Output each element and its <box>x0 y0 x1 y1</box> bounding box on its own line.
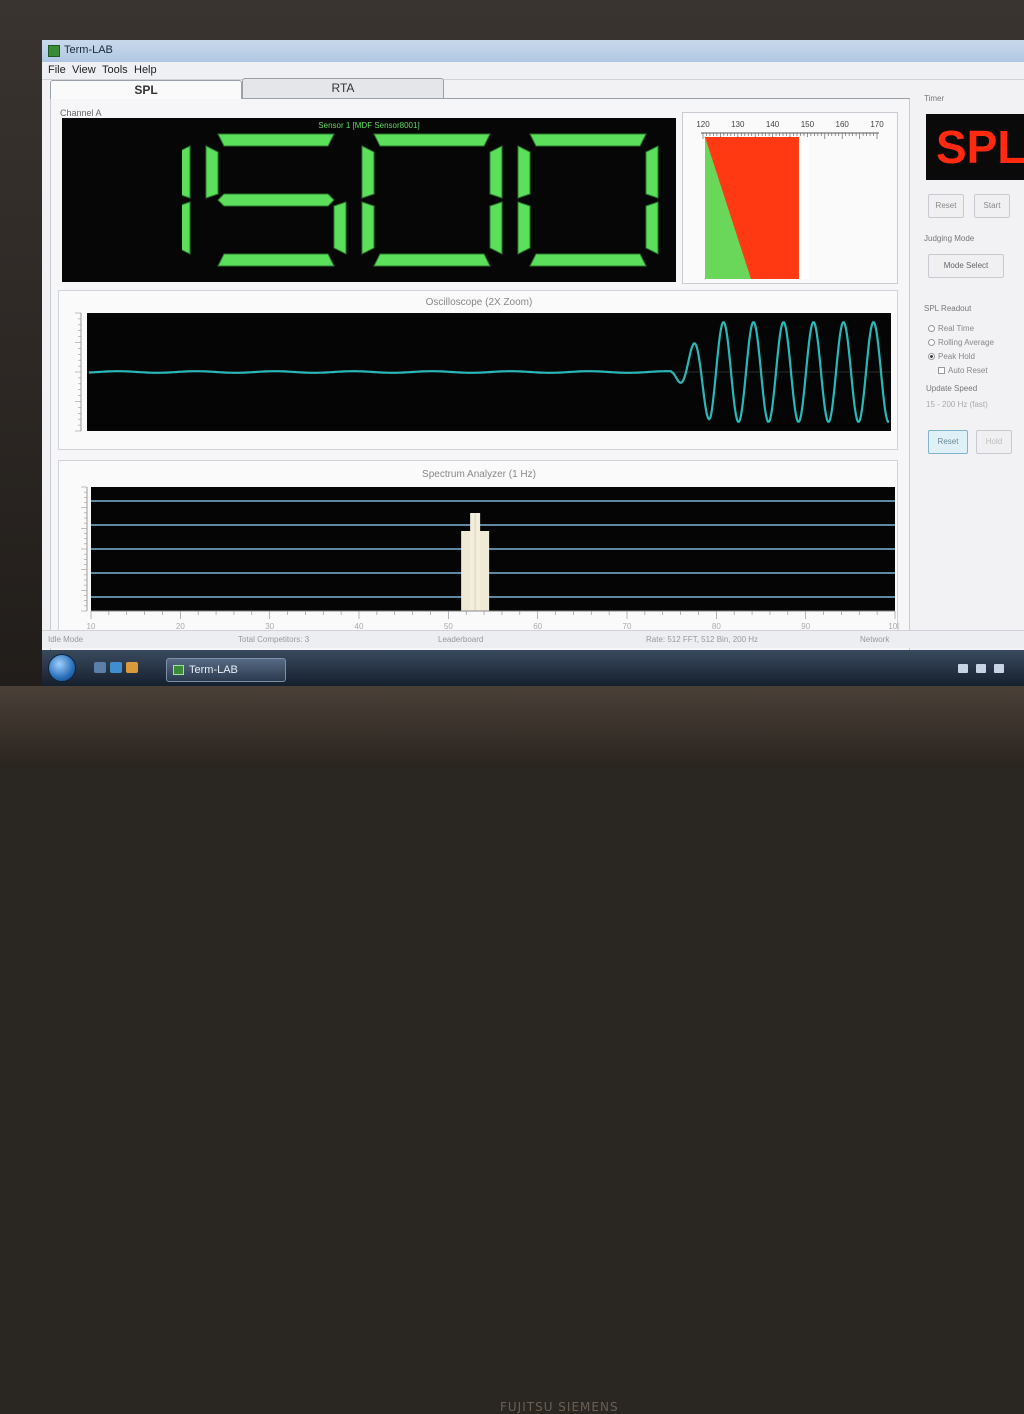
digit-segment <box>217 253 335 267</box>
meter-scale-label: 150 <box>801 120 815 129</box>
timer-value: SPL <box>936 121 1024 173</box>
channel-label: Channel A <box>60 108 102 118</box>
oscilloscope-title: Oscilloscope (2X Zoom) <box>425 297 533 308</box>
update-speed-label: Update Speed <box>926 384 978 393</box>
radio-peak-hold[interactable] <box>928 353 935 360</box>
status-bar: Idle Mode Total Competitors: 3 Leaderboa… <box>42 630 1024 648</box>
timer-label: Timer <box>924 94 945 103</box>
menu-help[interactable]: Help <box>134 64 157 76</box>
oscilloscope-axis <box>75 312 82 432</box>
readout-digit <box>205 133 347 267</box>
digit-segment <box>489 145 503 199</box>
digit-segment <box>333 201 347 255</box>
taskbar: Term-LAB <box>42 650 1024 686</box>
digit-segment <box>517 201 531 255</box>
update-speed-value: 15 - 200 Hz (fast) <box>926 400 988 409</box>
spl-readout-label: SPL Readout <box>924 304 972 313</box>
menu-view[interactable]: View <box>72 64 96 76</box>
brand-label: FUJITSU SIEMENS <box>500 1400 619 1414</box>
auto-reset-option[interactable]: Auto Reset <box>938 366 988 375</box>
digit-segment <box>645 145 659 199</box>
taskbar-item-label: Term-LAB <box>189 664 238 676</box>
taskbar-item-term-lab[interactable]: Term-LAB <box>166 658 286 682</box>
radio-real-time[interactable] <box>928 325 935 332</box>
readout-digit <box>361 133 503 267</box>
spectrum-x-axis: 102030405060708090100 <box>87 611 902 631</box>
menu-tools[interactable]: Tools <box>102 64 128 76</box>
digit-segment <box>489 201 503 255</box>
media-player-icon[interactable] <box>126 662 138 673</box>
digit-segment <box>217 193 335 207</box>
tray-volume-icon[interactable] <box>994 664 1004 673</box>
menu-bar: File View Tools Help <box>42 62 1024 80</box>
spl-readout-digits <box>182 133 659 267</box>
tray-network-icon[interactable] <box>958 664 968 673</box>
spl-bar-meter: 120 130 140 150 160 170 <box>682 112 898 284</box>
readout-digit <box>182 145 191 255</box>
oscilloscope-panel: Oscilloscope (2X Zoom) <box>58 290 898 450</box>
side-panel: Timer SPL Reset Start Judging Mode Mode … <box>920 90 1024 650</box>
digit-segment <box>361 145 375 199</box>
meter-scale-label: 160 <box>836 120 850 129</box>
meter-scale-label: 120 <box>696 120 710 129</box>
timer-display: SPL <box>926 114 1024 180</box>
digit-segment <box>529 133 647 147</box>
browser-icon[interactable] <box>110 662 122 673</box>
laptop-base: FUJITSU SIEMENS <box>0 686 1024 1414</box>
meter-scale-label: 130 <box>731 120 745 129</box>
screen: Term-LAB File View Tools Help RTA SPL Ch… <box>42 40 1024 686</box>
digit-segment <box>205 145 219 199</box>
digit-segment <box>182 145 191 199</box>
auto-reset-checkbox[interactable] <box>938 367 945 374</box>
status-rate: Rate: 512 FFT, 512 Bin, 200 Hz <box>646 635 759 644</box>
sensor-label: Sensor 1 [MDF Sensor8001] <box>318 121 420 130</box>
timer-reset-button[interactable]: Reset <box>928 194 964 218</box>
mode-select-button[interactable]: Mode Select <box>928 254 1004 278</box>
status-leaderboard: Leaderboard <box>438 635 484 644</box>
status-competitors: Total Competitors: 3 <box>238 635 310 644</box>
digit-segment <box>373 253 491 267</box>
timer-start-button[interactable]: Start <box>974 194 1010 218</box>
spectrum-graphic: 102030405060708090100 <box>81 486 902 631</box>
option-rolling-average[interactable]: Rolling Average <box>928 338 994 347</box>
digit-segment <box>517 145 531 199</box>
hold-button[interactable]: Hold <box>976 430 1012 454</box>
digit-segment <box>361 201 375 255</box>
spl-readout-display: Sensor 1 [MDF Sensor8001] <box>62 118 676 282</box>
title-bar: Term-LAB <box>42 40 1024 62</box>
meter-scale-label: 170 <box>870 120 884 129</box>
start-button[interactable] <box>48 654 76 682</box>
oscilloscope-graphic <box>75 312 891 432</box>
show-desktop-icon[interactable] <box>94 662 106 673</box>
digit-segment <box>529 253 647 267</box>
app-icon <box>48 45 60 57</box>
tab-spl[interactable]: SPL <box>50 80 242 100</box>
spectrum-analyzer-title: Spectrum Analyzer (1 Hz) <box>422 469 536 480</box>
judging-mode-label: Judging Mode <box>924 234 975 243</box>
digit-segment <box>645 201 659 255</box>
spectrum-y-axis <box>81 486 88 612</box>
option-real-time[interactable]: Real Time <box>928 324 974 333</box>
status-network: Network <box>860 635 890 644</box>
option-peak-hold[interactable]: Peak Hold <box>928 352 975 361</box>
tab-rta[interactable]: RTA <box>242 78 444 98</box>
digit-segment <box>182 201 191 255</box>
tray-flag-icon[interactable] <box>976 664 986 673</box>
spectrum-analyzer-panel: Spectrum Analyzer (1 Hz) 10 20 30 40 50 60 70 8… <box>58 460 902 646</box>
radio-rolling-average[interactable] <box>928 339 935 346</box>
bar-meter-graphic: 120 130 140 150 160 170 <box>696 120 884 279</box>
meter-scale-label: 140 <box>766 120 780 129</box>
status-mode: Idle Mode <box>48 635 84 644</box>
digit-segment <box>217 133 335 147</box>
term-lab-icon <box>173 665 184 675</box>
readout-reset-button[interactable]: Reset <box>928 430 968 454</box>
menu-file[interactable]: File <box>48 64 66 76</box>
readout-digit <box>517 133 659 267</box>
window-title: Term-LAB <box>64 44 113 56</box>
digit-segment <box>373 133 491 147</box>
